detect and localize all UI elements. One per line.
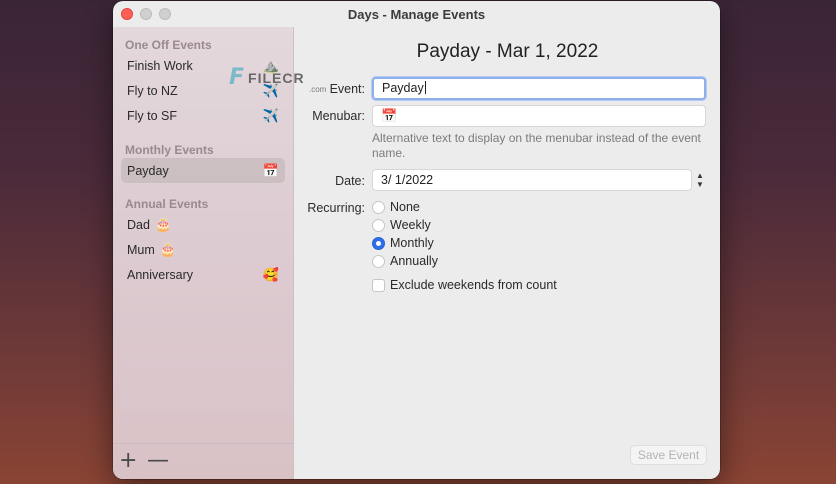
sidebar-item-dad[interactable]: Dad 🎂 xyxy=(121,212,285,237)
recurring-label: Recurring: xyxy=(307,201,365,215)
menubar-label: Menubar: xyxy=(312,109,365,123)
menubar-text-input[interactable]: 📅 xyxy=(372,105,706,127)
recurring-option-none[interactable]: None xyxy=(372,200,420,214)
save-event-button[interactable]: Save Event xyxy=(630,445,707,465)
watermark-text: FILECR xyxy=(248,69,305,86)
window-title: Days - Manage Events xyxy=(347,6,486,22)
sidebar-item-fly-to-sf[interactable]: Fly to SF ✈️ xyxy=(121,103,285,128)
smiling-hearts-icon: 🥰 xyxy=(262,267,279,282)
menubar-hint: Alternative text to display on the menub… xyxy=(372,131,701,160)
sidebar-item-label: Dad xyxy=(127,217,150,232)
watermark-logo: F xyxy=(229,65,245,90)
remove-event-button[interactable]: — xyxy=(147,450,169,472)
window-controls xyxy=(121,8,171,20)
date-stepper[interactable]: ▲ ▼ xyxy=(694,169,706,191)
sidebar-item-anniversary[interactable]: Anniversary 🥰 xyxy=(121,262,285,287)
sidebar-item-label: Mum xyxy=(127,242,155,257)
calendar-icon: 📅 xyxy=(381,108,398,123)
radio-weekly[interactable] xyxy=(372,218,385,232)
calendar-icon: 📅 xyxy=(262,163,279,178)
event-editor: Payday - Mar 1, 2022 Event: Payday Menub… xyxy=(295,27,720,479)
title-bar: Days - Manage Events xyxy=(113,1,720,27)
radio-none[interactable] xyxy=(372,200,385,214)
close-window-button[interactable] xyxy=(121,8,133,20)
sidebar-footer: + — xyxy=(113,443,293,479)
birthday-cake-icon: 🎂 xyxy=(154,217,172,232)
recurring-option-monthly[interactable]: Monthly xyxy=(372,236,434,250)
section-header-annual: Annual Events xyxy=(125,197,209,211)
date-picker-input[interactable]: 3/ 1/2022 xyxy=(372,169,692,191)
airplane-icon: ✈️ xyxy=(262,108,279,123)
add-event-button[interactable]: + xyxy=(119,450,137,472)
recurring-option-weekly[interactable]: Weekly xyxy=(372,218,431,232)
text-cursor xyxy=(424,81,426,94)
sidebar-item-label: Payday xyxy=(127,163,169,178)
section-header-one-off: One Off Events xyxy=(125,38,212,52)
page-title: Payday - Mar 1, 2022 xyxy=(416,41,599,62)
recurring-option-annually[interactable]: Annually xyxy=(372,254,438,268)
zoom-window-button[interactable] xyxy=(159,8,171,20)
sidebar-item-label: Finish Work xyxy=(127,58,193,73)
sidebar-item-mum[interactable]: Mum 🎂 xyxy=(121,237,285,262)
sidebar-item-payday[interactable]: Payday 📅 xyxy=(121,158,285,183)
manage-events-window: Days - Manage Events One Off Events Fini… xyxy=(113,1,720,479)
birthday-cake-icon: 🎂 xyxy=(159,242,176,257)
radio-annually[interactable] xyxy=(372,254,385,268)
chevron-down-icon[interactable]: ▼ xyxy=(696,180,704,189)
radio-monthly[interactable] xyxy=(372,236,385,250)
minimize-window-button[interactable] xyxy=(140,8,152,20)
exclude-weekends-option[interactable]: Exclude weekends from count xyxy=(372,278,557,292)
event-name-input[interactable]: Payday xyxy=(372,77,706,100)
chevron-up-icon[interactable]: ▲ xyxy=(696,171,704,180)
filecr-watermark: F FILECR .com xyxy=(229,65,326,94)
sidebar-item-label: Fly to SF xyxy=(127,108,178,123)
sidebar-item-label: Anniversary xyxy=(127,267,193,282)
date-label: Date: xyxy=(335,174,365,188)
section-header-monthly: Monthly Events xyxy=(125,143,214,157)
events-sidebar: One Off Events Finish Work ⛰️ Fly to NZ … xyxy=(113,27,294,479)
event-label: Event: xyxy=(329,82,365,96)
exclude-weekends-checkbox[interactable] xyxy=(372,278,385,292)
sidebar-item-label: Fly to NZ xyxy=(127,83,178,98)
watermark-suffix: .com xyxy=(309,85,327,94)
